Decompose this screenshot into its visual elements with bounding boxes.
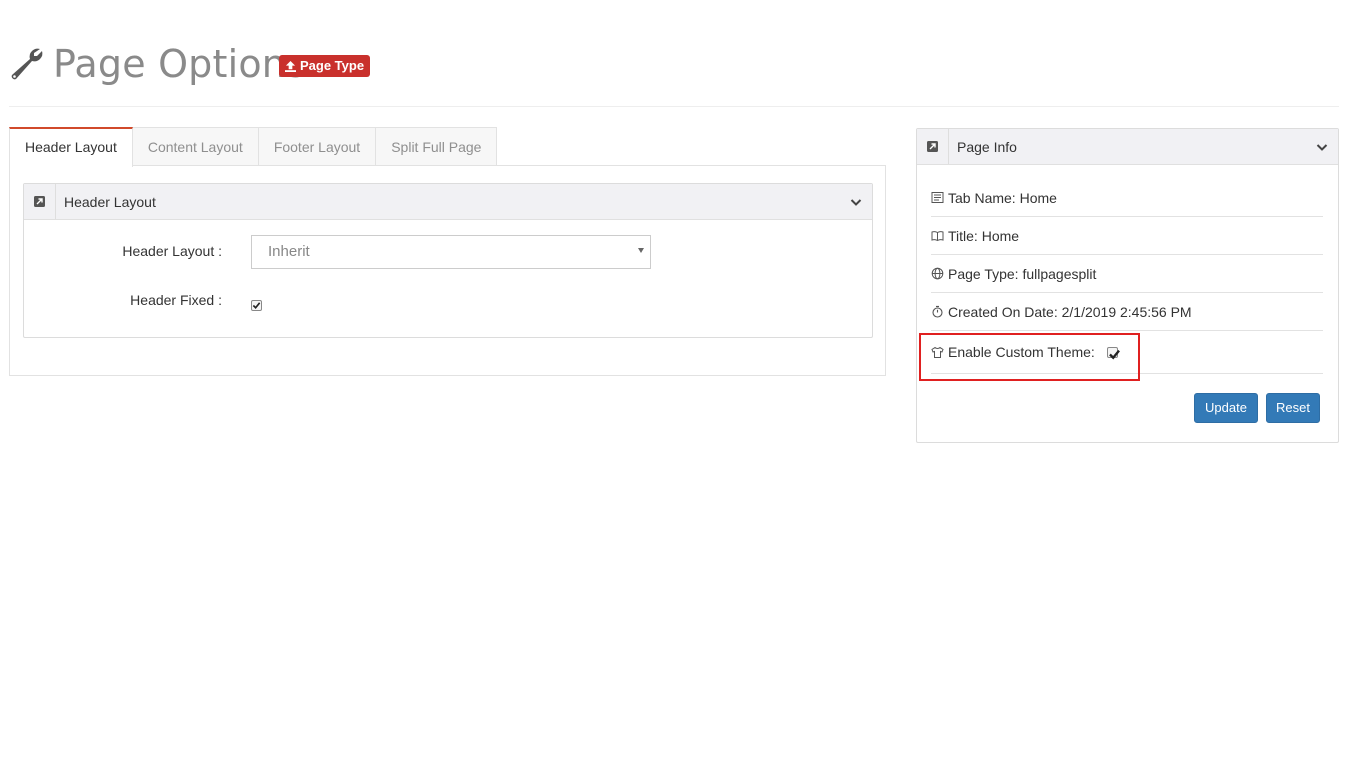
info-row-tab-name: Tab Name: Home (931, 179, 1323, 217)
chevron-down-icon[interactable] (1316, 141, 1328, 153)
header-layout-label: Header Layout : (122, 243, 222, 259)
wrench-icon (11, 48, 43, 80)
page-info-panel: Page Info Tab Name: Home Title: Home Pag… (916, 128, 1339, 443)
upload-icon (285, 60, 296, 72)
page-title: Page Options (53, 42, 307, 86)
external-link-icon (927, 141, 938, 152)
stopwatch-icon (932, 305, 943, 318)
info-text: Page Type: fullpagesplit (948, 265, 1097, 282)
tab-content: Header Layout Header Layout : Inherit He… (9, 165, 886, 376)
page-info-heading[interactable]: Page Info (917, 129, 1338, 165)
header-layout-panel: Header Layout Header Layout : Inherit He… (23, 183, 873, 338)
panel-icon-box (24, 184, 56, 219)
info-row-created-on: Created On Date: 2/1/2019 2:45:56 PM (931, 293, 1323, 331)
external-link-icon (34, 196, 45, 207)
globe-icon (931, 267, 944, 280)
info-text: Title: Home (948, 227, 1020, 244)
badge-label: Page Type (300, 58, 365, 73)
reset-button[interactable]: Reset (1266, 393, 1320, 423)
header-fixed-checkbox[interactable] (251, 300, 262, 311)
header-layout-select[interactable]: Inherit (251, 235, 651, 269)
tab-content-layout[interactable]: Content Layout (132, 127, 259, 166)
tab-split-full-page[interactable]: Split Full Page (376, 127, 498, 166)
chevron-down-icon[interactable] (850, 196, 862, 208)
info-row-title: Title: Home (931, 217, 1323, 255)
tab-header-layout[interactable]: Header Layout (9, 127, 133, 167)
page-header: Page Options Page Type (9, 40, 1339, 107)
header-fixed-label: Header Fixed : (130, 292, 222, 308)
book-icon (931, 231, 944, 242)
info-text: Created On Date: 2/1/2019 2:45:56 PM (948, 303, 1192, 320)
tab-footer-layout[interactable]: Footer Layout (258, 127, 377, 166)
update-button[interactable]: Update (1194, 393, 1258, 423)
panel-title: Header Layout (64, 194, 156, 210)
info-text: Tab Name: Home (948, 189, 1057, 206)
layout-tabs: Header Layout Content Layout Footer Layo… (9, 127, 886, 376)
panel-heading[interactable]: Header Layout (24, 184, 872, 220)
page-info-title: Page Info (957, 139, 1017, 155)
newspaper-icon (931, 192, 944, 203)
check-icon (252, 302, 261, 309)
highlight-box (919, 333, 1140, 381)
select-value: Inherit (268, 243, 310, 260)
info-row-page-type: Page Type: fullpagesplit (931, 255, 1323, 293)
panel-icon-box (917, 129, 949, 164)
tab-bar: Header Layout Content Layout Footer Layo… (9, 127, 498, 167)
caret-down-icon (638, 248, 644, 253)
page-type-badge[interactable]: Page Type (279, 55, 371, 77)
